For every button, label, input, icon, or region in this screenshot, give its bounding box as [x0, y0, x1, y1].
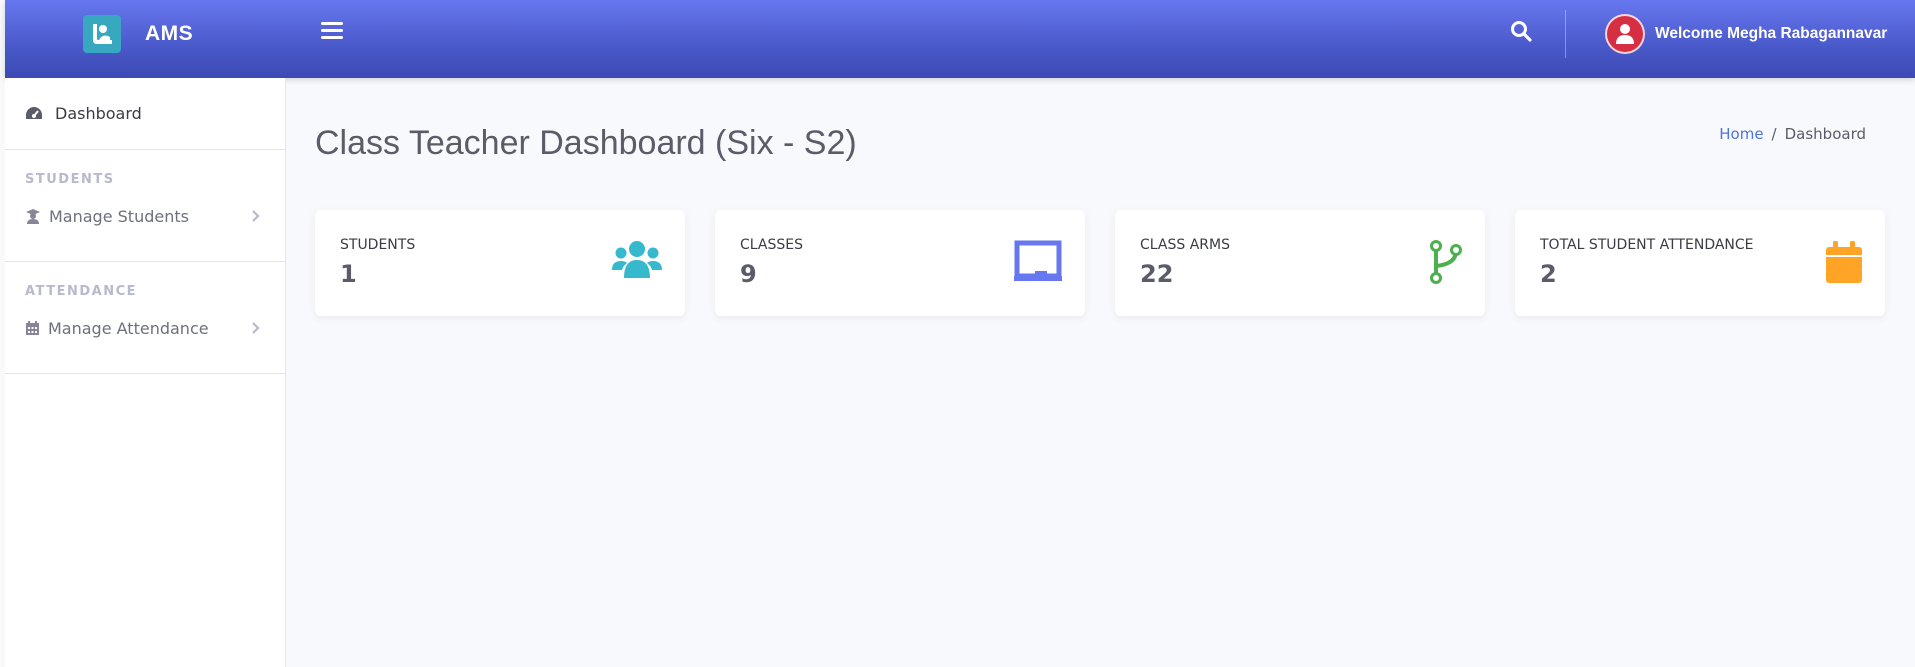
card-value: 9 [740, 260, 757, 288]
card-value: 2 [1540, 260, 1557, 288]
user-menu[interactable]: Welcome Megha Rabagannavar [1605, 14, 1887, 54]
sidebar-heading-attendance: ATTENDANCE [25, 284, 137, 299]
search-icon [1511, 21, 1532, 42]
sidebar-item-label: Manage Attendance [48, 318, 209, 338]
sidebar-heading-students: STUDENTS [25, 172, 115, 187]
card-title: STUDENTS [340, 237, 416, 253]
sidebar-toggle-button[interactable] [321, 22, 343, 44]
user-icon [1616, 24, 1634, 44]
welcome-text: Welcome Megha Rabagannavar [1655, 25, 1888, 42]
brand-link[interactable]: AMS [83, 14, 193, 54]
users-icon [612, 241, 662, 278]
stat-card-students: STUDENTS 1 [315, 210, 685, 316]
breadcrumb-home-link[interactable]: Home [1719, 125, 1763, 143]
sidebar-item-dashboard[interactable]: Dashboard [5, 78, 285, 150]
card-title: CLASSES [740, 237, 803, 253]
sidebar-item-manage-students[interactable]: Manage Students [5, 194, 285, 238]
avatar [1605, 14, 1645, 54]
topbar-divider [1565, 10, 1566, 58]
card-value: 22 [1140, 260, 1174, 288]
breadcrumb-separator: / [1771, 125, 1777, 143]
sidebar-divider [5, 350, 285, 374]
brand-name: AMS [145, 22, 194, 45]
search-button[interactable] [1510, 20, 1536, 46]
card-title: TOTAL STUDENT ATTENDANCE [1540, 237, 1754, 253]
tachometer-icon [26, 106, 42, 119]
chalkboard-icon [1014, 240, 1062, 281]
user-graduate-icon [26, 209, 40, 224]
sidebar-item-label: Dashboard [55, 104, 142, 123]
sidebar: Dashboard STUDENTS Manage Students ATTEN… [5, 78, 286, 667]
sidebar-divider [5, 238, 285, 262]
card-title: CLASS ARMS [1140, 237, 1230, 253]
chevron-right-icon [252, 322, 260, 334]
stat-card-class-arms: CLASS ARMS 22 [1115, 210, 1485, 316]
brand-logo-icon [83, 15, 121, 53]
breadcrumb: Home / Dashboard [1719, 125, 1866, 143]
topbar: AMS Welcome Megha Rabagannavar [5, 0, 1915, 78]
calendar-small-icon [26, 321, 39, 335]
card-value: 1 [340, 260, 357, 288]
stat-card-classes: CLASSES 9 [715, 210, 1085, 316]
page-title: Class Teacher Dashboard (Six - S2) [315, 124, 857, 162]
sidebar-item-label: Manage Students [49, 206, 189, 226]
stat-card-attendance: TOTAL STUDENT ATTENDANCE 2 [1515, 210, 1885, 316]
hamburger-icon [321, 22, 343, 25]
breadcrumb-current: Dashboard [1784, 125, 1866, 143]
code-branch-icon [1430, 240, 1462, 284]
chevron-right-icon [252, 210, 260, 222]
sidebar-item-manage-attendance[interactable]: Manage Attendance [5, 306, 285, 350]
calendar-icon [1826, 241, 1862, 283]
